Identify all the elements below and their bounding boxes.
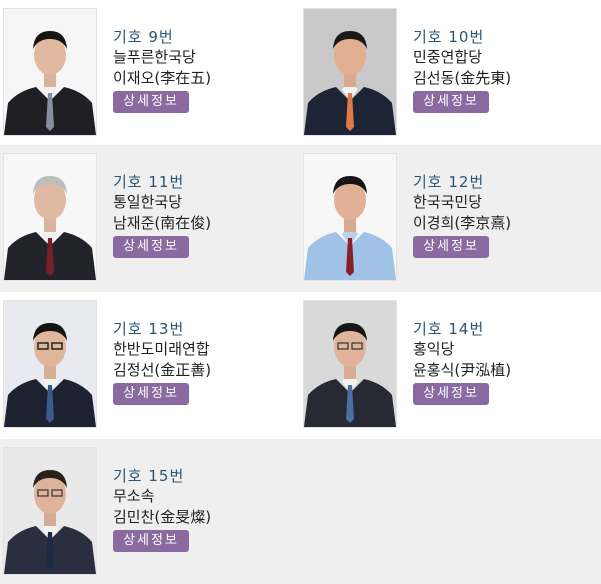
candidate-name: 김선동(金先東) (413, 69, 512, 87)
candidate-info: 기호 14번 홍익당 윤홍식(尹泓植) 상세정보 (413, 319, 601, 405)
candidate-info: 기호 9번 늘푸른한국당 이재오(李在五) 상세정보 (113, 27, 303, 113)
detail-info-button[interactable]: 상세정보 (113, 236, 189, 258)
candidate-number: 기호 14번 (413, 320, 485, 338)
candidate-card: 기호 13번 한반도미래연합 김정선(金正善) 상세정보 (4, 292, 304, 439)
candidate-card: 기호 11번 통일한국당 남재준(南在俊) 상세정보 (4, 145, 304, 292)
detail-info-button[interactable]: 상세정보 (413, 91, 489, 113)
candidate-list: 기호 9번 늘푸른한국당 이재오(李在五) 상세정보 기호 10번 민중연합당 … (0, 0, 601, 584)
candidate-number: 기호 15번 (113, 467, 185, 485)
candidate-party: 민중연합당 (413, 48, 483, 66)
candidate-info: 기호 13번 한반도미래연합 김정선(金正善) 상세정보 (113, 319, 303, 405)
detail-info-button[interactable]: 상세정보 (113, 530, 189, 552)
detail-info-button[interactable]: 상세정보 (413, 236, 489, 258)
detail-info-button[interactable]: 상세정보 (113, 383, 189, 405)
candidate-party: 통일한국당 (113, 193, 183, 211)
candidate-photo (4, 154, 96, 280)
candidate-number: 기호 9번 (113, 28, 174, 46)
detail-info-button[interactable]: 상세정보 (113, 91, 189, 113)
candidate-party: 한국국민당 (413, 193, 483, 211)
candidate-info: 기호 15번 무소속 김민찬(金旻燦) 상세정보 (113, 466, 303, 552)
candidate-row: 기호 11번 통일한국당 남재준(南在俊) 상세정보 기호 12번 한국국민당 … (0, 145, 601, 292)
detail-info-button[interactable]: 상세정보 (413, 383, 489, 405)
candidate-row: 기호 13번 한반도미래연합 김정선(金正善) 상세정보 기호 14번 홍익당 … (0, 292, 601, 439)
candidate-name: 이경희(李京熹) (413, 214, 512, 232)
candidate-photo (304, 301, 396, 427)
candidate-photo (4, 9, 96, 135)
candidate-party: 홍익당 (413, 340, 455, 358)
candidate-photo (4, 301, 96, 427)
candidate-photo (4, 448, 96, 574)
candidate-photo (304, 9, 396, 135)
candidate-name: 김정선(金正善) (113, 361, 212, 379)
candidate-number: 기호 10번 (413, 28, 485, 46)
candidate-info: 기호 11번 통일한국당 남재준(南在俊) 상세정보 (113, 172, 303, 258)
candidate-name: 윤홍식(尹泓植) (413, 361, 512, 379)
candidate-photo (304, 154, 396, 280)
candidate-number: 기호 13번 (113, 320, 185, 338)
candidate-name: 남재준(南在俊) (113, 214, 212, 232)
candidate-row: 기호 15번 무소속 김민찬(金旻燦) 상세정보 (0, 439, 601, 584)
candidate-row: 기호 9번 늘푸른한국당 이재오(李在五) 상세정보 기호 10번 민중연합당 … (0, 0, 601, 145)
candidate-party: 늘푸른한국당 (113, 48, 196, 66)
candidate-party: 한반도미래연합 (113, 340, 210, 358)
candidate-number: 기호 11번 (113, 173, 185, 191)
candidate-card: 기호 10번 민중연합당 김선동(金先東) 상세정보 (304, 0, 601, 145)
candidate-name: 김민찬(金旻燦) (113, 508, 212, 526)
candidate-card: 기호 14번 홍익당 윤홍식(尹泓植) 상세정보 (304, 292, 601, 439)
candidate-info: 기호 10번 민중연합당 김선동(金先東) 상세정보 (413, 27, 601, 113)
candidate-card: 기호 9번 늘푸른한국당 이재오(李在五) 상세정보 (4, 0, 304, 145)
candidate-card: 기호 12번 한국국민당 이경희(李京熹) 상세정보 (304, 145, 601, 292)
candidate-info: 기호 12번 한국국민당 이경희(李京熹) 상세정보 (413, 172, 601, 258)
candidate-name: 이재오(李在五) (113, 69, 212, 87)
candidate-card: 기호 15번 무소속 김민찬(金旻燦) 상세정보 (4, 439, 304, 584)
candidate-party: 무소속 (113, 487, 155, 505)
candidate-number: 기호 12번 (413, 173, 485, 191)
